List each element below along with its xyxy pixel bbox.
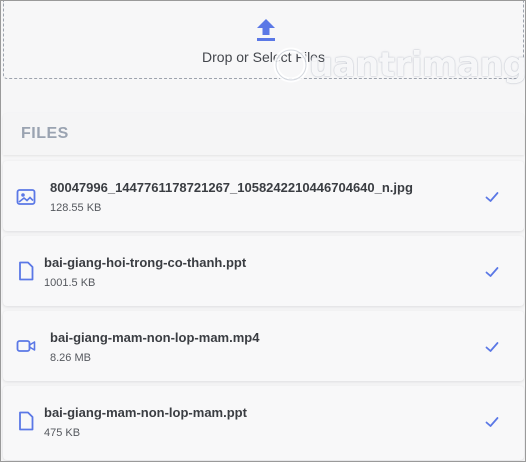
file-size: 8.26 MB: [50, 352, 91, 364]
file-name: 80047996_1447761178721267_10582422104467…: [50, 180, 413, 195]
file-size: 1001.5 KB: [44, 277, 96, 289]
file-icon: [19, 411, 34, 431]
check-icon: [485, 192, 499, 202]
file-size: 475 KB: [44, 427, 81, 439]
video-icon: [16, 340, 36, 352]
file-name: bai-giang-mam-non-lop-mam.ppt: [44, 405, 247, 420]
file-name: bai-giang-hoi-trong-co-thanh.ppt: [44, 255, 247, 270]
file-size: 128.55 KB: [50, 202, 102, 214]
file-item[interactable]: bai-giang-hoi-trong-co-thanh.ppt 1001.5 …: [3, 236, 524, 306]
file-icon: [19, 261, 34, 281]
file-uploader: Drop or Select Files uantrimang FILES 80…: [0, 0, 526, 462]
image-icon: [16, 189, 36, 205]
check-icon: [485, 417, 499, 427]
dropzone-label: Drop or Select Files: [202, 49, 325, 65]
upload-icon: [257, 19, 275, 41]
file-name: bai-giang-mam-non-lop-mam.mp4: [50, 330, 260, 345]
file-item[interactable]: bai-giang-mam-non-lop-mam.ppt 475 KB: [3, 386, 524, 460]
file-item[interactable]: 80047996_1447761178721267_10582422104467…: [3, 161, 524, 231]
file-dropzone[interactable]: Drop or Select Files: [3, 1, 524, 79]
files-section-header: FILES: [3, 113, 524, 155]
check-icon: [485, 267, 499, 277]
files-section-title: FILES: [21, 125, 69, 142]
file-item[interactable]: bai-giang-mam-non-lop-mam.mp4 8.26 MB: [3, 311, 524, 381]
check-icon: [485, 342, 499, 352]
